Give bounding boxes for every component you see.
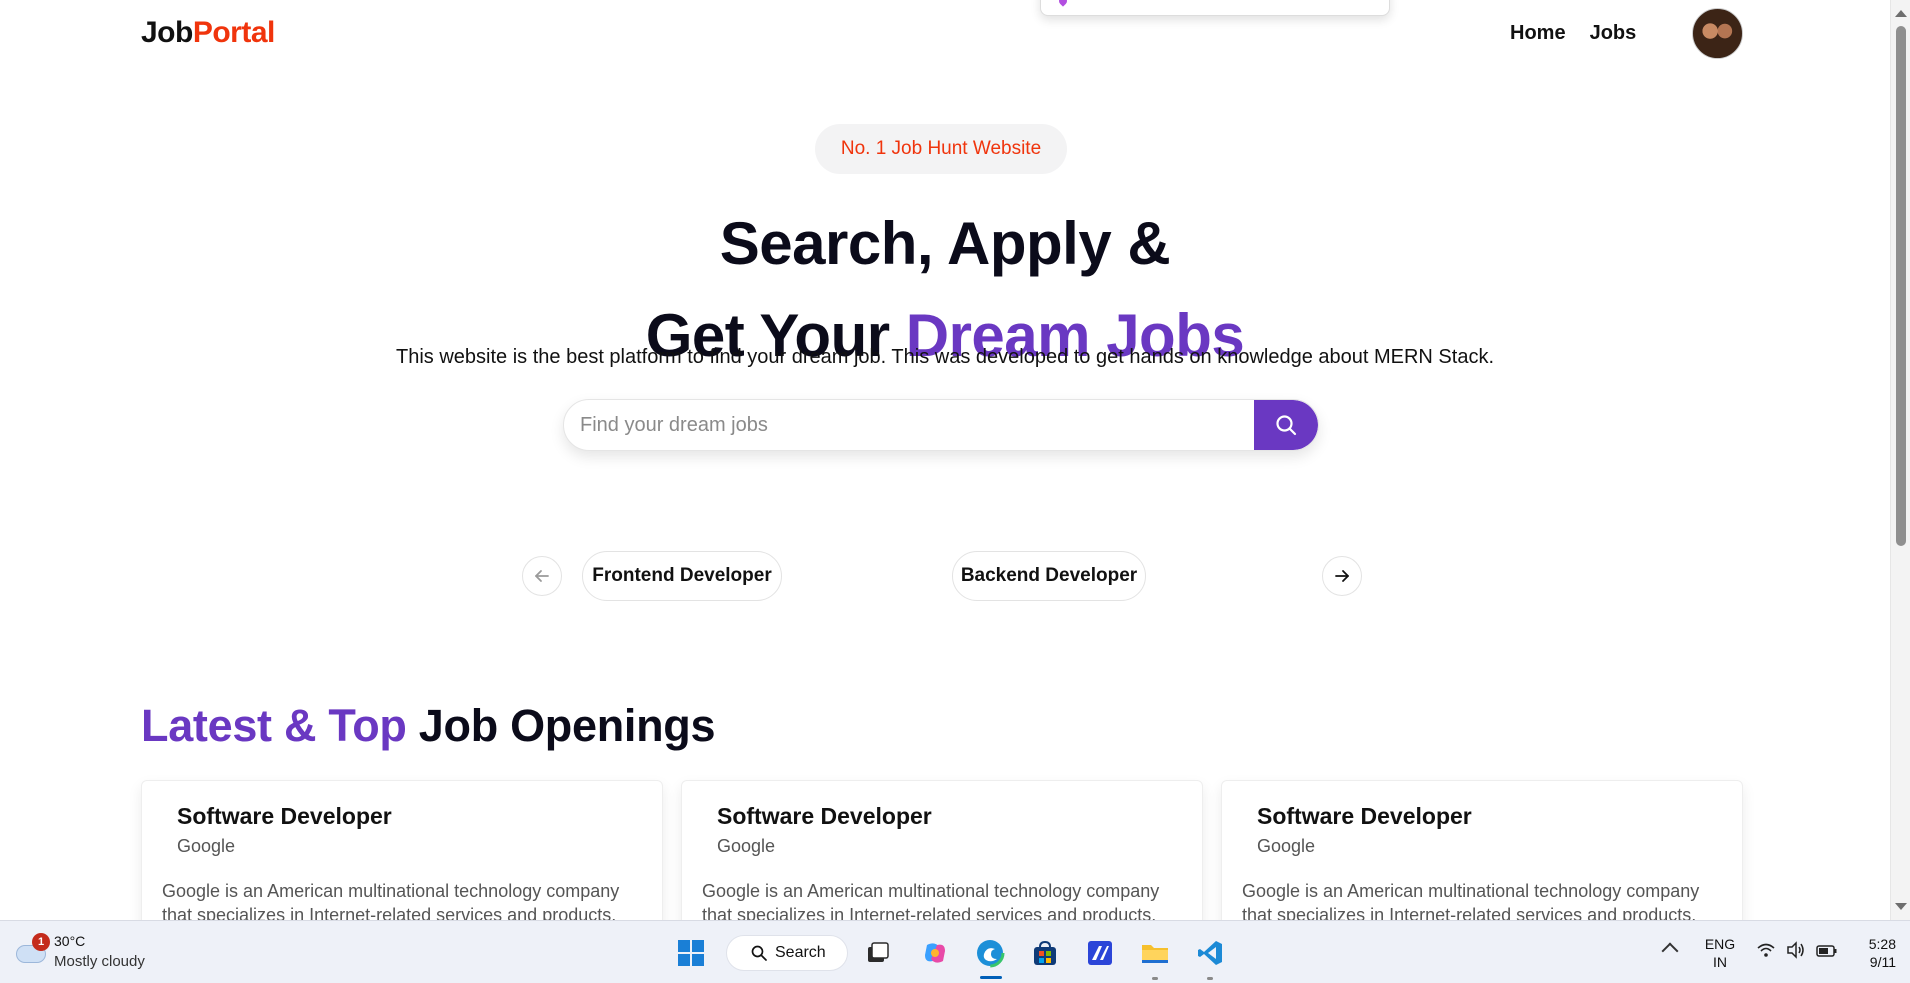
job-card[interactable]: Software Developer Google Google is an A… xyxy=(141,780,663,920)
page-scrollbar[interactable] xyxy=(1890,0,1910,920)
wifi-icon xyxy=(1757,943,1775,957)
nav-links: Home Jobs xyxy=(1510,22,1636,45)
taskbar-search[interactable]: Search xyxy=(726,935,848,971)
app-icon[interactable] xyxy=(1082,935,1118,971)
category-chip-backend[interactable]: Backend Developer xyxy=(952,551,1146,601)
edge-icon[interactable] xyxy=(972,935,1008,971)
scrollbar-thumb[interactable] xyxy=(1896,26,1906,546)
battery-icon xyxy=(1816,945,1837,957)
nav-link-jobs[interactable]: Jobs xyxy=(1590,22,1637,45)
copilot-icon[interactable] xyxy=(917,935,953,971)
taskbar-search-label: Search xyxy=(775,944,826,961)
file-explorer-icon[interactable] xyxy=(1137,935,1173,971)
running-indicator xyxy=(1207,977,1213,980)
arrow-left-icon xyxy=(535,570,549,582)
job-description: Google is an American multinational tech… xyxy=(162,881,620,920)
logo[interactable]: JobPortal xyxy=(141,16,275,50)
language-code: ENG xyxy=(1704,936,1736,952)
hero-title-line1: Search, Apply & xyxy=(719,210,1171,277)
task-view-icon[interactable] xyxy=(860,935,896,971)
windows-logo-icon xyxy=(678,940,704,966)
job-search-input[interactable] xyxy=(580,400,1260,450)
job-search-bar xyxy=(563,399,1319,451)
search-icon xyxy=(1276,415,1297,436)
weather-alert-badge: 1 xyxy=(32,933,50,951)
hero-subtitle: This website is the best platform to fin… xyxy=(396,346,1494,368)
weather-condition: Mostly cloudy xyxy=(54,953,145,970)
latest-jobs-title-accent: Latest & Top xyxy=(141,700,407,751)
job-role: Software Developer xyxy=(1257,803,1472,829)
scroll-down-icon[interactable] xyxy=(1895,903,1907,910)
hero-badge: No. 1 Job Hunt Website xyxy=(815,124,1067,174)
search-button[interactable] xyxy=(1254,400,1318,450)
region-code: IN xyxy=(1713,954,1727,970)
job-role: Software Developer xyxy=(177,803,392,829)
weather-widget[interactable]: 1 30°C Mostly cloudy xyxy=(14,931,164,975)
arrow-right-icon xyxy=(1335,570,1349,582)
latest-jobs-title-plain: Job Openings xyxy=(406,700,716,751)
job-description: Google is an American multinational tech… xyxy=(1242,881,1700,920)
chevron-up-icon[interactable] xyxy=(1661,942,1679,960)
browser-viewport: JobPortal Home Jobs No. 1 Job Hunt Websi… xyxy=(0,0,1910,920)
job-company: Google xyxy=(1257,836,1316,856)
scroll-up-icon[interactable] xyxy=(1895,10,1907,17)
job-description: Google is an American multinational tech… xyxy=(702,881,1160,920)
job-role: Software Developer xyxy=(717,803,932,829)
system-tray[interactable] xyxy=(1756,941,1838,959)
job-cards: Software Developer Google Google is an A… xyxy=(141,780,1744,920)
clock[interactable]: 5:28 9/11 xyxy=(1846,935,1896,971)
active-app-indicator xyxy=(980,976,1002,979)
avatar[interactable] xyxy=(1692,8,1743,59)
category-chip-frontend[interactable]: Frontend Developer xyxy=(582,551,782,601)
weather-temp: 30°C xyxy=(54,933,86,949)
search-icon xyxy=(751,945,767,961)
logo-part2: Portal xyxy=(192,16,276,49)
navbar: JobPortal Home Jobs xyxy=(0,0,1890,70)
running-indicator xyxy=(1152,977,1158,980)
latest-jobs-title: Latest & Top Job Openings xyxy=(141,700,716,752)
job-company: Google xyxy=(177,836,236,856)
logo-part1: Job xyxy=(141,16,193,49)
clock-time: 5:28 xyxy=(1868,936,1896,952)
vscode-icon[interactable] xyxy=(1192,935,1228,971)
job-card[interactable]: Software Developer Google Google is an A… xyxy=(1221,780,1743,920)
nav-link-home[interactable]: Home xyxy=(1510,22,1566,45)
carousel-prev-button[interactable] xyxy=(522,556,562,596)
start-icon[interactable] xyxy=(673,935,709,971)
clock-date: 9/11 xyxy=(1869,954,1896,970)
carousel-next-button[interactable] xyxy=(1322,556,1362,596)
store-icon[interactable] xyxy=(1027,935,1063,971)
language-indicator[interactable]: ENG IN xyxy=(1700,935,1740,971)
job-card[interactable]: Software Developer Google Google is an A… xyxy=(681,780,1203,920)
windows-taskbar: 1 30°C Mostly cloudy Search ENG IN 5:28 … xyxy=(0,920,1910,983)
volume-icon xyxy=(1787,941,1804,959)
job-company: Google xyxy=(717,836,776,856)
